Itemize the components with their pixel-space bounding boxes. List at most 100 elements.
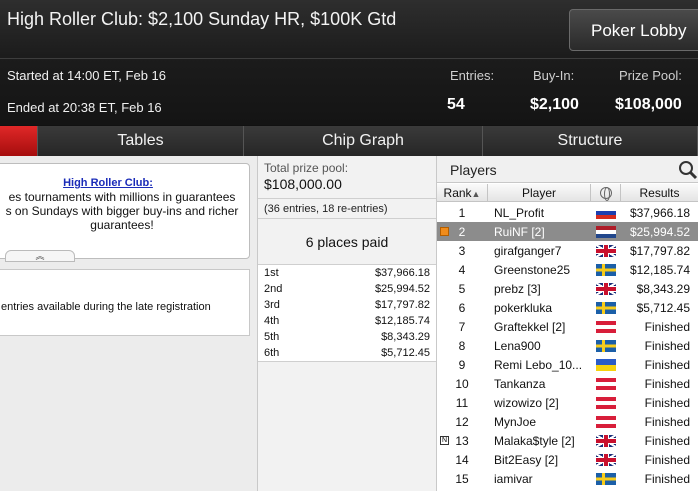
player-row[interactable]: 4 Greenstone25 $12,185.74 [437,260,698,279]
search-icon[interactable] [678,160,698,180]
promo-line-3: guarantees! [90,218,154,232]
player-result: Finished [644,396,690,410]
player-rank: 4 [458,263,466,277]
tab-info[interactable] [0,126,38,156]
flag-at-icon [596,321,616,333]
payout-amount: $8,343.29 [381,331,430,343]
players-list: 1 NL_Profit $37,966.18 2 RuiNF [2] $25,994.52… [437,203,698,488]
places-paid: 6 places paid [305,234,389,250]
payout-row: 6th $5,712.45 [258,345,436,361]
payout-place: 5th [264,331,280,343]
player-result: $5,712.45 [636,301,690,315]
late-registration-box: entries available during the late regist… [0,269,250,336]
flag-se-icon [596,473,616,485]
tab-bar: Tables Chip Graph Structure [0,125,698,156]
player-result: Finished [644,320,690,334]
promo-line-1: es tournaments with millions in guarante… [8,190,236,204]
player-name: NL_Profit [494,206,545,220]
player-row[interactable]: 14 Bit2Easy [2] Finished [437,450,698,469]
player-result: Finished [644,377,690,391]
flag-se-icon [596,302,616,314]
player-rank: 14 [455,453,469,467]
payout-place: 2nd [264,283,283,295]
payout-place: 1st [264,267,279,279]
status-marker-icon [440,227,449,236]
flag-gb-icon [596,454,616,466]
rank-column-header[interactable]: Rank▲ [437,184,488,202]
flag-at-icon [596,378,616,390]
divider [258,218,436,219]
player-rank: 8 [458,339,466,353]
tournament-header: High Roller Club: $2,100 Sunday HR, $100… [0,0,698,125]
player-name: Remi Lebo_10... [494,358,583,372]
player-row[interactable]: N 13 Malaka$tyle [2] Finished [437,431,698,450]
results-column-header[interactable]: Results [621,184,698,202]
players-panel: Players Rank▲ Player Results 1 NL_Profit $… [437,156,698,491]
prize-panel: Total prize pool: $108,000.00 (36 entrie… [257,156,437,491]
payout-row: 5th $8,343.29 [258,329,436,345]
sort-arrow-icon: ▲ [471,189,481,199]
player-row[interactable]: 12 MynJoe Finished [437,412,698,431]
player-row[interactable]: 11 wizowizo [2] Finished [437,393,698,412]
tab-chip-graph[interactable]: Chip Graph [244,126,483,156]
player-row[interactable]: 10 Tankanza Finished [437,374,698,393]
expand-button[interactable]: ︽ [5,250,75,262]
player-result: Finished [644,472,690,486]
payout-amount: $25,994.52 [374,283,430,295]
payout-row: 3rd $17,797.82 [258,297,436,313]
promo-link[interactable]: High Roller Club: [0,177,221,189]
player-name: prebz [3] [494,282,541,296]
player-name: girafganger7 [494,244,562,258]
tab-tables[interactable]: Tables [38,126,244,156]
flag-nl-icon [596,226,616,238]
flag-ru-icon [596,207,616,219]
poker-lobby-button[interactable]: Poker Lobby [569,9,698,51]
player-row[interactable]: 1 NL_Profit $37,966.18 [437,203,698,222]
player-rank: 5 [458,282,466,296]
payout-amount: $12,185.74 [374,315,430,327]
promo-box: High Roller Club: es tournaments with mi… [0,163,250,262]
player-rank: 11 [455,396,469,410]
tab-structure[interactable]: Structure [483,126,698,156]
prizepool-value: $108,000 [615,96,682,113]
player-rank: 6 [458,301,466,315]
ended-time: Ended at 20:38 ET, Feb 16 [7,100,162,115]
player-column-header[interactable]: Player [488,184,591,202]
player-row[interactable]: 5 prebz [3] $8,343.29 [437,279,698,298]
payout-row: 2nd $25,994.52 [258,281,436,297]
player-result: $12,185.74 [629,263,690,277]
player-result: Finished [644,453,690,467]
country-column-header[interactable] [591,184,621,202]
player-rank: 2 [458,225,466,239]
payout-place: 6th [264,347,280,359]
player-row[interactable]: 9 Remi Lebo_10... Finished [437,355,698,374]
entries-value: 54 [447,96,465,113]
player-row[interactable]: 8 Lena900 Finished [437,336,698,355]
player-row[interactable]: 3 girafganger7 $17,797.82 [437,241,698,260]
payout-table: 1st $37,966.18 2nd $25,994.52 3rd $17,79… [258,264,436,362]
player-rank: 15 [455,472,469,486]
payout-place: 3rd [264,299,280,311]
promo-line-2: s on Sundays with bigger buy-ins and ric… [5,204,239,218]
flag-at-icon [596,416,616,428]
flag-se-icon [596,340,616,352]
entries-label: Entries: [450,68,495,83]
player-row[interactable]: 7 Graftekkel [2] Finished [437,317,698,336]
player-name: wizowizo [2] [494,396,559,410]
player-name: Greenstone25 [494,263,571,277]
player-name: Lena900 [494,339,541,353]
player-row[interactable]: 6 pokerkluka $5,712.45 [437,298,698,317]
player-result: $25,994.52 [629,225,690,239]
player-name: Tankanza [494,377,546,391]
header-divider [0,58,698,59]
player-rank: 7 [458,320,466,334]
started-time: Started at 14:00 ET, Feb 16 [7,68,166,83]
flag-gb-icon [596,435,616,447]
player-rank: 3 [458,244,466,258]
payout-amount: $17,797.82 [374,299,430,311]
player-name: pokerkluka [494,301,553,315]
player-rank: 12 [455,415,469,429]
player-row[interactable]: 15 iamivar Finished [437,469,698,488]
player-row[interactable]: 2 RuiNF [2] $25,994.52 [437,222,698,241]
player-result: Finished [644,434,690,448]
